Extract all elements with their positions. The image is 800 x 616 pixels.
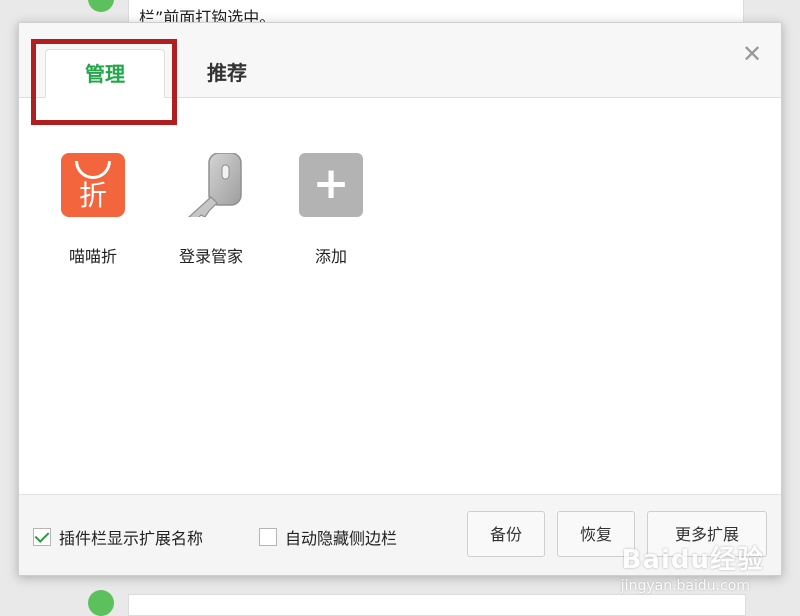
plus-icon: +	[299, 153, 363, 217]
auto-hide-sidebar-checkbox[interactable]: 自动隐藏侧边栏	[259, 525, 397, 549]
background-page-panel	[128, 594, 746, 616]
tab-recommend-label: 推荐	[207, 61, 247, 85]
restore-button-label: 恢复	[579, 525, 612, 544]
backup-button-label: 备份	[489, 525, 522, 544]
extension-miaomiaozhe[interactable]: 折 喵喵折	[43, 153, 143, 267]
shopping-bag-glyph: 折	[78, 179, 107, 212]
key-icon	[179, 152, 243, 220]
extension-label: 喵喵折	[68, 247, 117, 266]
auto-hide-label: 自动隐藏侧边栏	[285, 529, 398, 548]
watermark-url: jingyan.baidu.com	[620, 578, 750, 594]
tab-bar: 管理 推荐 ✕	[19, 23, 781, 125]
backup-button[interactable]: 备份	[467, 511, 545, 557]
extension-manager-dialog: 管理 推荐 ✕ 折 喵喵折 登录管家 + 添加 插件栏显示扩展名称 自动隐藏侧边…	[18, 22, 782, 576]
extension-add[interactable]: + 添加	[281, 153, 381, 267]
plus-glyph: +	[312, 158, 350, 209]
extension-label: 登录管家	[178, 247, 243, 266]
checkbox-unchecked-icon[interactable]	[259, 528, 277, 546]
extension-label: 添加	[314, 247, 347, 266]
close-icon[interactable]: ✕	[741, 42, 763, 66]
watermark-logo: Baidu经验	[621, 545, 764, 575]
tab-manage[interactable]: 管理	[45, 49, 165, 98]
tab-recommend[interactable]: 推荐	[167, 49, 287, 97]
show-names-checkbox[interactable]: 插件栏显示扩展名称	[33, 525, 203, 549]
show-names-label: 插件栏显示扩展名称	[59, 529, 204, 548]
background-status-dot	[88, 0, 114, 12]
checkbox-checked-icon[interactable]	[33, 528, 51, 546]
background-status-dot-bottom	[88, 590, 114, 616]
extension-login-manager[interactable]: 登录管家	[161, 152, 261, 267]
tab-manage-label: 管理	[85, 62, 125, 86]
shopping-bag-icon: 折	[61, 153, 125, 217]
